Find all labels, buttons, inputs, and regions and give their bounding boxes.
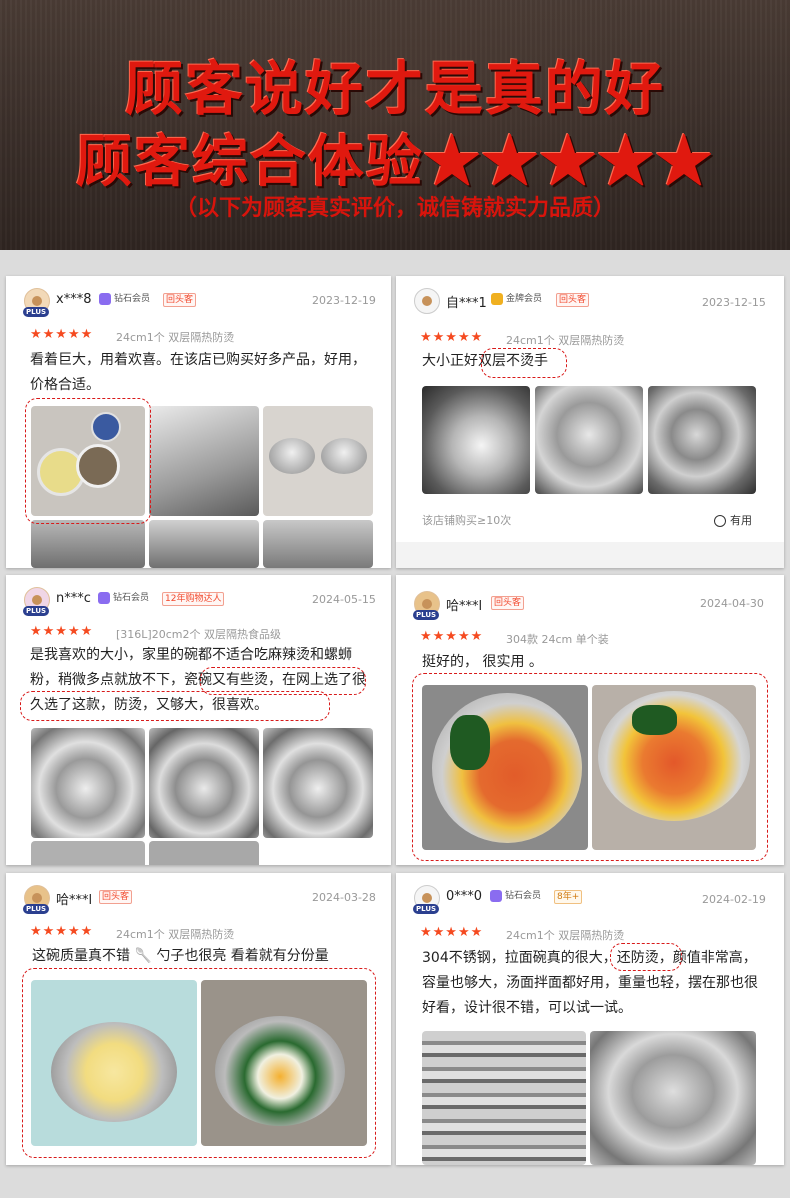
banner-headline: 顾客说好才是真的好 — [124, 55, 665, 123]
diamond-icon — [99, 293, 111, 305]
review-card-3: PLUS n***c 钻石会员 12年购物达人 2024-05-15 ★★★★★… — [6, 575, 391, 865]
banner-stars: ★★★★★ — [424, 129, 714, 195]
review-date: 2023-12-15 — [702, 296, 766, 309]
helpful-icon — [714, 515, 726, 527]
review-photo[interactable] — [31, 841, 145, 865]
years-tag: 8年+ — [554, 890, 583, 904]
rating-stars: ★★★★★ — [30, 624, 94, 639]
product-spec: 24cm1个 双层隔热防烫 — [116, 928, 235, 941]
product-spec: 304款 24cm 单个装 — [506, 633, 609, 646]
plus-badge: PLUS — [23, 904, 50, 914]
gold-medal-icon — [491, 293, 503, 305]
review-card-5: PLUS 哈***l 回头客 2024-03-28 ★★★★★ 24cm1个 双… — [6, 873, 391, 1165]
repeat-customer-tag: 回头客 — [491, 596, 525, 610]
repeat-customer-tag: 回头客 — [99, 890, 133, 904]
review-date: 2024-04-30 — [700, 597, 764, 610]
review-text: 挺好的， 很实用 。 — [422, 654, 543, 670]
product-spec: 24cm1个 双层隔热防烫 — [116, 331, 235, 344]
review-photo[interactable] — [149, 406, 259, 516]
highlight-box — [481, 348, 567, 378]
divider — [396, 542, 784, 568]
review-photo[interactable] — [263, 520, 373, 568]
rating-stars: ★★★★★ — [420, 330, 484, 345]
review-photo[interactable] — [31, 728, 145, 838]
review-card-2: 自***1 金牌会员 回头客 2023-12-15 ★★★★★ 24cm1个 双… — [396, 276, 784, 568]
review-photo[interactable] — [149, 841, 259, 865]
diamond-icon — [490, 890, 502, 902]
reviewer-name[interactable]: 0***0 — [446, 889, 482, 904]
review-text: 看着巨大，用着欢喜。在该店已购买好多产品，好用，价格合适。 — [30, 352, 366, 393]
product-spec: [316L]20cm2个 双层隔热食品级 — [116, 628, 281, 641]
review-photo[interactable] — [422, 386, 530, 494]
review-photo[interactable] — [149, 520, 259, 568]
header-banner: 顾客说好才是真的好 顾客综合体验★★★★★ （以下为顾客真实评价，诚信铸就实力品… — [0, 0, 790, 250]
rating-stars: ★★★★★ — [30, 924, 94, 939]
banner-subheadline: 顾客综合体验★★★★★ — [0, 117, 790, 198]
plus-badge: PLUS — [413, 904, 440, 914]
highlight-box — [25, 398, 151, 524]
purchase-count: 该店铺购买≥10次 — [422, 514, 512, 527]
review-photo[interactable] — [149, 728, 259, 838]
member-badge-label: 钻石会员 — [505, 891, 542, 901]
highlight-box — [610, 943, 682, 971]
review-photo[interactable] — [422, 1031, 586, 1165]
user-avatar: PLUS — [23, 885, 50, 914]
highlight-box — [20, 691, 330, 721]
review-date: 2024-03-28 — [312, 891, 376, 904]
member-badge: 钻石会员 — [98, 591, 149, 605]
review-photo[interactable] — [263, 728, 373, 838]
shopper-tag: 12年购物达人 — [162, 592, 225, 606]
helpful-button[interactable]: 有用 — [714, 512, 752, 528]
repeat-customer-tag: 回头客 — [556, 293, 590, 307]
product-spec: 24cm1个 双层隔热防烫 — [506, 929, 625, 942]
review-card-6: PLUS 0***0 钻石会员 8年+ 2024-02-19 ★★★★★ 24c… — [396, 873, 784, 1165]
review-photo[interactable] — [31, 520, 145, 568]
rating-stars: ★★★★★ — [30, 327, 94, 342]
helpful-label: 有用 — [730, 514, 752, 527]
user-avatar: PLUS — [23, 288, 50, 317]
rating-stars: ★★★★★ — [420, 629, 484, 644]
review-card-1: PLUS x***8 钻石会员 回头客 2023-12-19 ★★★★★ 24c… — [6, 276, 391, 568]
bowl-image — [269, 438, 315, 474]
member-badge: 金牌会员 — [491, 292, 542, 306]
member-badge-label: 钻石会员 — [113, 593, 150, 603]
reviewer-name[interactable]: x***8 — [56, 292, 91, 307]
review-text: 大小正好双层不烫手 — [422, 353, 548, 369]
member-badge: 钻石会员 — [490, 889, 541, 903]
product-spec: 24cm1个 双层隔热防烫 — [506, 334, 625, 347]
review-photo[interactable] — [590, 1031, 756, 1165]
diamond-icon — [98, 592, 110, 604]
review-photo[interactable] — [535, 386, 643, 494]
plus-badge: PLUS — [413, 610, 440, 620]
user-avatar: PLUS — [413, 885, 440, 914]
review-text: 304不锈钢，拉面碗真的很大，还防烫，颜值非常高，容量也够大，汤面拌面都好用，重… — [422, 950, 758, 1016]
banner-subtitle: （以下为顾客真实评价，诚信铸就实力品质） — [174, 196, 615, 221]
review-date: 2023-12-19 — [312, 294, 376, 307]
review-photo[interactable] — [648, 386, 756, 494]
review-date: 2024-05-15 — [312, 593, 376, 606]
user-avatar: PLUS — [23, 587, 50, 616]
review-photo[interactable] — [263, 406, 373, 516]
banner-subheadline-text: 顾客综合体验 — [76, 129, 424, 195]
review-date: 2024-02-19 — [702, 893, 766, 906]
repeat-customer-tag: 回头客 — [163, 293, 197, 307]
reviewer-name[interactable]: 哈***l — [446, 595, 482, 614]
review-text: 这碗质量真不错 🥄 勺子也很亮 看着就有分份量 — [32, 948, 329, 964]
member-badge-label: 金牌会员 — [506, 294, 543, 304]
reviewer-name[interactable]: n***c — [56, 591, 91, 606]
user-avatar — [414, 288, 440, 314]
user-avatar: PLUS — [413, 591, 440, 620]
highlight-box — [22, 968, 376, 1158]
member-badge: 钻石会员 — [99, 292, 150, 306]
highlight-box — [412, 673, 768, 861]
plus-badge: PLUS — [23, 606, 50, 616]
reviewer-name[interactable]: 自***1 — [446, 292, 487, 311]
bowl-image — [321, 438, 367, 474]
member-badge-label: 钻石会员 — [114, 294, 151, 304]
plus-badge: PLUS — [23, 307, 50, 317]
reviewer-name[interactable]: 哈***l — [56, 889, 92, 908]
review-card-4: PLUS 哈***l 回头客 2024-04-30 ★★★★★ 304款 24c… — [396, 575, 784, 865]
rating-stars: ★★★★★ — [420, 925, 484, 940]
